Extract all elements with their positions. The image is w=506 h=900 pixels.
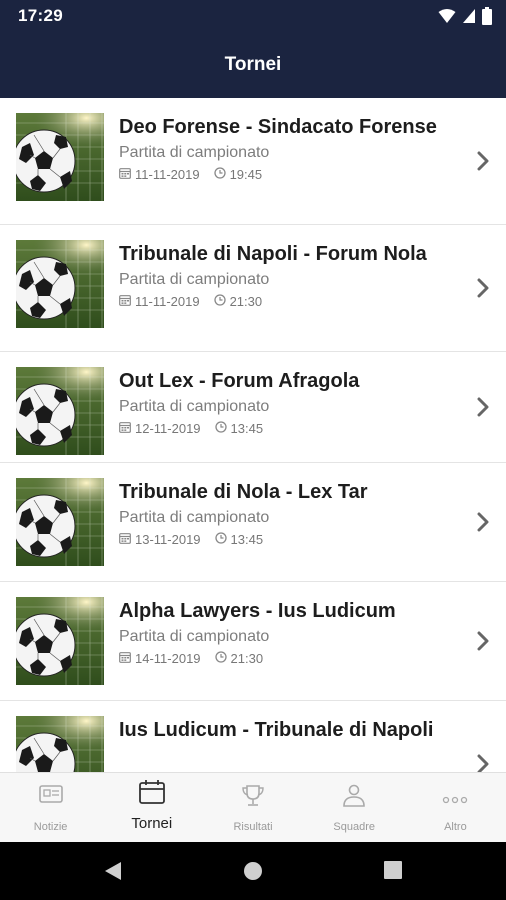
back-icon[interactable] <box>104 861 122 881</box>
status-icons <box>438 7 492 25</box>
match-time: 21:30 <box>230 651 264 666</box>
match-subtitle: Partita di campionato <box>119 398 270 415</box>
recents-icon[interactable] <box>384 861 402 879</box>
app-bar: Tornei <box>0 32 506 98</box>
signal-icon <box>463 9 475 23</box>
match-subtitle: Partita di campionato <box>119 628 270 645</box>
match-thumbnail <box>16 367 104 455</box>
match-thumbnail <box>16 597 104 685</box>
bottom-nav: Notizie Tornei Risultati Squadre Altro <box>0 772 506 843</box>
chevron-right-icon <box>476 278 490 298</box>
tab-risultati[interactable]: Risultati <box>202 773 303 843</box>
match-date: 14-11-2019 <box>135 651 201 666</box>
match-list: Deo Forense - Sindacato Forense Partita … <box>0 98 506 772</box>
match-title: Alpha Lawyers - Ius Ludicum <box>119 600 396 622</box>
tab-altro[interactable]: Altro <box>405 773 506 843</box>
match-subtitle: Partita di campionato <box>119 271 270 288</box>
clock-icon <box>213 294 226 309</box>
calendar-icon <box>119 294 131 309</box>
clock-icon <box>213 167 226 182</box>
match-meta: 13-11-2019 13:45 <box>119 532 454 547</box>
calendar-icon <box>138 779 166 810</box>
match-time: 21:30 <box>229 294 263 309</box>
tab-tornei[interactable]: Tornei <box>101 773 202 843</box>
chevron-right-icon <box>476 397 490 417</box>
calendar-icon <box>119 532 131 547</box>
calendar-icon <box>119 167 131 182</box>
more-icon <box>442 791 468 809</box>
match-thumbnail <box>16 716 104 772</box>
tab-tornei-label: Tornei <box>131 815 173 832</box>
tab-altro-label: Altro <box>444 821 467 833</box>
system-nav-bar <box>0 842 506 900</box>
battery-icon <box>482 7 492 25</box>
tab-risultati-label: Risultati <box>233 821 273 833</box>
clock-icon <box>214 532 227 547</box>
match-time: 13:45 <box>230 532 264 547</box>
trophy-icon <box>240 783 266 814</box>
match-list-item[interactable]: Alpha Lawyers - Ius Ludicum Partita di c… <box>0 582 506 701</box>
status-time: 17:29 <box>18 6 63 25</box>
match-thumbnail <box>16 113 104 201</box>
match-title: Ius Ludicum - Tribunale di Napoli <box>119 719 434 741</box>
match-time: 19:45 <box>229 167 263 182</box>
match-meta: 11-11-2019 21:30 <box>119 294 454 309</box>
tab-notizie-label: Notizie <box>33 821 68 833</box>
match-date: 13-11-2019 <box>135 532 201 547</box>
chevron-right-icon <box>476 512 490 532</box>
news-icon <box>38 783 64 810</box>
chevron-right-icon <box>476 631 490 651</box>
calendar-icon <box>119 421 131 436</box>
home-icon[interactable] <box>243 861 263 881</box>
match-list-item[interactable]: Tribunale di Napoli - Forum Nola Partita… <box>0 225 506 352</box>
chevron-right-icon <box>476 151 490 171</box>
tab-notizie[interactable]: Notizie <box>0 773 101 843</box>
match-date: 11-11-2019 <box>135 294 200 309</box>
clock-icon <box>214 651 227 666</box>
tab-squadre-label: Squadre <box>333 821 375 833</box>
calendar-icon <box>119 651 131 666</box>
page-title: Tornei <box>224 54 282 75</box>
match-meta: 11-11-2019 19:45 <box>119 167 454 182</box>
match-title: Deo Forense - Sindacato Forense <box>119 116 437 138</box>
match-thumbnail <box>16 240 104 328</box>
team-icon <box>340 783 368 814</box>
match-list-item[interactable]: Tribunale di Nola - Lex Tar Partita di c… <box>0 463 506 582</box>
match-date: 12-11-2019 <box>135 421 201 436</box>
chevron-right-icon <box>476 754 490 772</box>
match-subtitle: Partita di campionato <box>119 509 270 526</box>
match-title: Tribunale di Napoli - Forum Nola <box>119 243 427 265</box>
match-thumbnail <box>16 478 104 566</box>
match-meta: 12-11-2019 13:45 <box>119 421 454 436</box>
match-time: 13:45 <box>230 421 264 436</box>
match-date: 11-11-2019 <box>135 167 200 182</box>
match-list-item[interactable]: Deo Forense - Sindacato Forense Partita … <box>0 98 506 225</box>
wifi-icon <box>438 9 456 23</box>
match-title: Out Lex - Forum Afragola <box>119 370 360 392</box>
status-bar: 17:29 <box>0 0 506 32</box>
clock-icon <box>214 421 227 436</box>
match-list-item[interactable]: Ius Ludicum - Tribunale di Napoli <box>0 701 506 772</box>
match-subtitle: Partita di campionato <box>119 144 270 161</box>
match-title: Tribunale di Nola - Lex Tar <box>119 481 368 503</box>
tab-squadre[interactable]: Squadre <box>304 773 405 843</box>
match-meta: 14-11-2019 21:30 <box>119 651 454 666</box>
match-list-item[interactable]: Out Lex - Forum Afragola Partita di camp… <box>0 352 506 463</box>
